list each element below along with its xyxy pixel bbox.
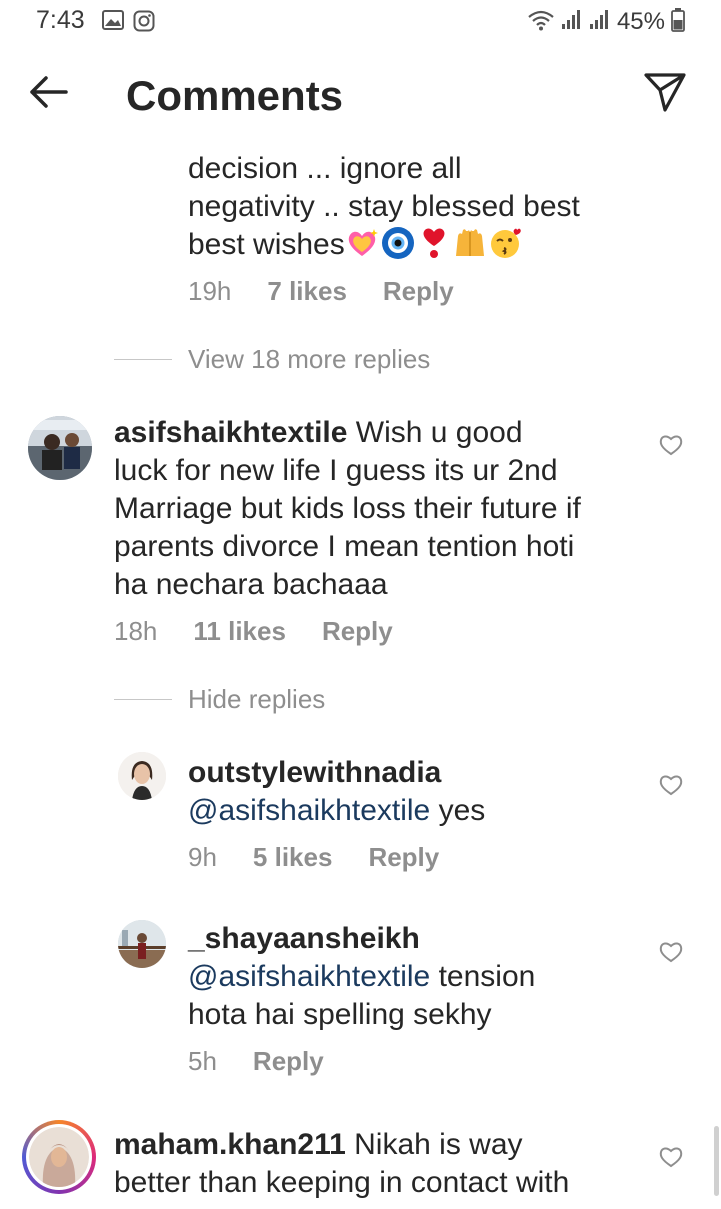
- toggle-label: Hide replies: [188, 684, 326, 714]
- face-blowing-kiss-icon: [489, 226, 523, 260]
- battery-icon: [671, 7, 685, 37]
- comment-time: 18h: [114, 616, 158, 646]
- like-heart-icon[interactable]: [659, 1146, 683, 1168]
- back-arrow-icon: [30, 76, 68, 108]
- page-title: Comments: [126, 72, 344, 119]
- comment-text-line: maham.khan211 Nikah is way: [114, 1126, 523, 1164]
- comment-text-line: best wishes: [188, 226, 523, 264]
- comment-text-line: Marriage but kids loss their future if: [114, 492, 581, 525]
- like-heart-icon[interactable]: [659, 941, 683, 963]
- raised-hands-icon: [453, 226, 487, 260]
- scrollbar[interactable]: [714, 1126, 719, 1196]
- comment-meta: 19h 7 likes Reply: [188, 276, 490, 307]
- avatar[interactable]: [28, 416, 92, 480]
- send-button[interactable]: [643, 70, 687, 114]
- comment-username[interactable]: asifshaikhtextile: [114, 416, 347, 449]
- comments-list[interactable]: decision ... ignore all negativity .. st…: [0, 136, 721, 1209]
- like-heart-icon[interactable]: [659, 434, 683, 456]
- comment-text-line: _shayaansheikh: [188, 920, 420, 958]
- battery-percent: 45%: [616, 8, 665, 35]
- comment-likes[interactable]: 7 likes: [267, 276, 347, 307]
- paper-plane-icon: [644, 73, 686, 112]
- signal-icon-2: [589, 9, 611, 36]
- comment-likes[interactable]: 5 likes: [253, 842, 333, 873]
- wifi-icon: [527, 9, 555, 36]
- mention-link[interactable]: @asifshaikhtextile: [188, 960, 430, 993]
- like-heart-icon[interactable]: [659, 774, 683, 796]
- back-button[interactable]: [26, 72, 70, 112]
- comment-text-line: luck for new life I guess its ur 2nd: [114, 454, 558, 487]
- comment-text-line: outstylewithnadia: [188, 754, 441, 792]
- toggle-label: View 18 more replies: [188, 344, 431, 374]
- comment-username[interactable]: outstylewithnadia: [188, 756, 441, 789]
- comment-time: 5h: [188, 1046, 217, 1076]
- comment-text: Wish u good: [347, 416, 523, 449]
- reply-button[interactable]: Reply: [368, 842, 439, 873]
- comment-text-line: @asifshaikhtextile yes: [188, 792, 485, 830]
- comment-text-end: best wishes: [188, 228, 345, 261]
- reply-button[interactable]: Reply: [322, 616, 393, 647]
- comment-likes[interactable]: 11 likes: [193, 616, 286, 647]
- header: Comments: [0, 44, 721, 136]
- mention-link[interactable]: @asifshaikhtextile: [188, 794, 430, 827]
- view-more-replies-button[interactable]: View 18 more replies: [114, 344, 430, 375]
- divider: [114, 699, 172, 700]
- status-right: 45%: [527, 6, 685, 38]
- instagram-icon: [133, 10, 155, 37]
- reply-button[interactable]: Reply: [253, 1046, 324, 1077]
- heart-exclamation-icon: [417, 226, 451, 260]
- reply-button[interactable]: Reply: [383, 276, 454, 307]
- signal-icon: [561, 9, 583, 36]
- comment-text: Nikah is way: [345, 1128, 523, 1161]
- comment-text: tension: [430, 960, 536, 993]
- hide-replies-button[interactable]: Hide replies: [114, 684, 325, 715]
- sparkling-heart-icon: [345, 226, 379, 260]
- status-time: 7:43: [36, 6, 85, 34]
- comment-text-line: @asifshaikhtextile tension: [188, 958, 535, 996]
- comment-meta: 18h 11 likes Reply: [114, 616, 429, 647]
- avatar-story-ring[interactable]: [22, 1120, 96, 1194]
- comment-time: 19h: [188, 276, 232, 306]
- comment-time: 9h: [188, 842, 217, 872]
- comment-text: yes: [430, 794, 486, 827]
- divider: [114, 359, 172, 360]
- status-bar: 7:43 45%: [0, 0, 721, 44]
- emoji-row: [345, 226, 523, 260]
- comment-text-line: negativity .. stay blessed best: [188, 190, 580, 223]
- comment-text-line: parents divorce I mean tention hoti: [114, 530, 575, 563]
- comment-username[interactable]: _shayaansheikh: [188, 922, 420, 955]
- avatar[interactable]: [118, 920, 166, 968]
- gallery-icon: [102, 10, 124, 35]
- comment-meta: 5h Reply: [188, 1046, 360, 1077]
- comment-meta: 9h 5 likes Reply: [188, 842, 475, 873]
- avatar-inner: [26, 1124, 92, 1190]
- comment-text-line: asifshaikhtextile Wish u good: [114, 414, 523, 452]
- nazar-amulet-icon: [381, 226, 415, 260]
- comment-text-line: ha nechara bachaaa: [114, 568, 388, 601]
- comment-text-line: hota hai spelling sekhy: [188, 998, 492, 1031]
- comment-text-line: decision ... ignore all: [188, 152, 462, 185]
- avatar[interactable]: [118, 752, 166, 800]
- comment-username[interactable]: maham.khan211: [114, 1128, 346, 1161]
- comment-text-line: better than keeping in contact with: [114, 1166, 570, 1199]
